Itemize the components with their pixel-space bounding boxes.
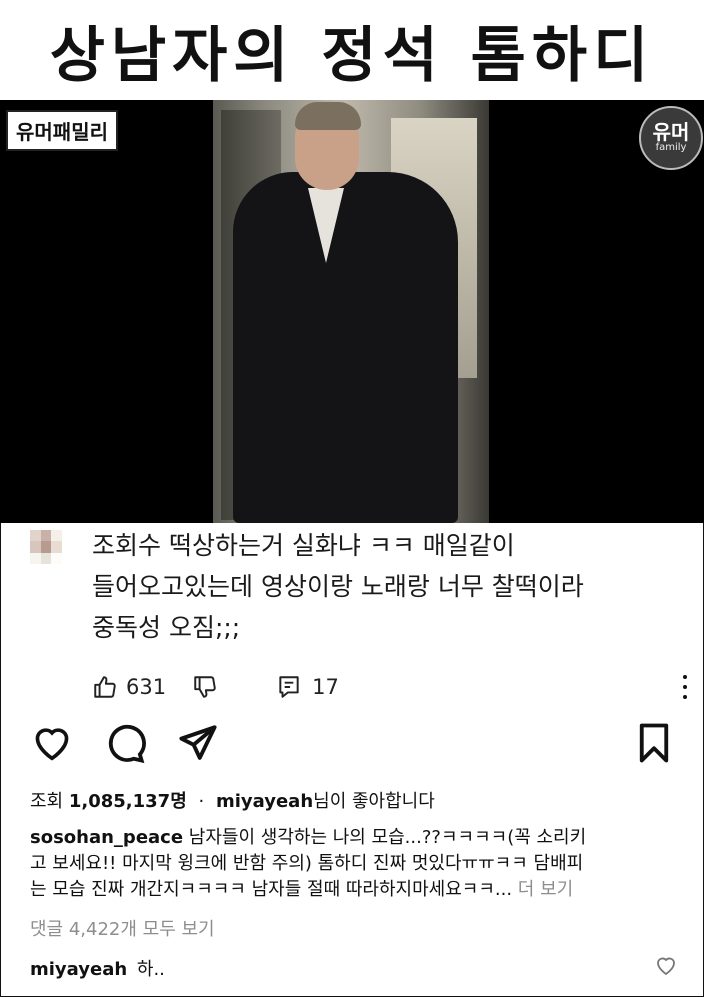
video-frame-image: [213, 100, 489, 523]
comment-icon[interactable]: [103, 722, 147, 764]
thumbs-down-icon: [194, 676, 216, 698]
bookmark-icon[interactable]: [634, 722, 674, 764]
video-player[interactable]: [0, 100, 704, 523]
channel-logo: 유머 family: [639, 106, 703, 170]
more-options-icon[interactable]: [678, 672, 692, 702]
post-caption: sosohan_peace 남자들이 생각하는 나의 모습...??ㅋㅋㅋㅋ(꼭…: [30, 825, 680, 903]
caption-line: 남자들이 생각하는 나의 모습...??ㅋㅋㅋㅋ(꼭 소리키: [188, 827, 587, 848]
reply-button[interactable]: 17: [276, 674, 339, 700]
thumbs-up-icon: [94, 676, 116, 698]
comment-line: 조회수 떡상하는거 실화냐 ㅋㅋ 매일같이: [92, 531, 515, 560]
dislike-button[interactable]: [192, 674, 218, 700]
channel-logo-main: 유머: [652, 120, 690, 144]
comment-body: 조회수 떡상하는거 실화냐 ㅋㅋ 매일같이 들어오고있는데 영상이랑 노래랑 너…: [92, 525, 672, 648]
share-icon[interactable]: [176, 722, 220, 764]
views-count: 1,085,137명: [68, 791, 187, 812]
view-all-comments-link[interactable]: 댓글 4,422개 모두 보기: [30, 915, 215, 941]
comment-like-heart-icon[interactable]: [654, 954, 678, 976]
like-count: 631: [126, 675, 167, 699]
caption-username[interactable]: sosohan_peace: [30, 827, 183, 848]
caption-line: 는 모습 진짜 개간지ㅋㅋㅋㅋ 남자들 절때 따라하지마세요ㅋㅋ...: [30, 879, 513, 900]
channel-badge-label: 유머패밀리: [16, 120, 108, 144]
top-comment: miyayeah 하..: [30, 955, 165, 981]
top-comment-username[interactable]: miyayeah: [30, 959, 127, 980]
post-actions-bar: [0, 720, 704, 770]
commenter-avatar[interactable]: [30, 530, 62, 564]
headline-banner: 상남자의 정석 톰하디: [0, 0, 704, 101]
comment-reactions: 631 17: [92, 670, 339, 704]
post-stats: 조회 1,085,137명 · miyayeah님이 좋아합니다: [30, 787, 435, 813]
caption-line: 고 보세요!! 마지막 윙크에 반함 주의) 톰하디 진짜 멋있다ㅠㅠㅋㅋ 담배…: [30, 853, 584, 874]
like-button[interactable]: 631: [92, 674, 166, 700]
comment-line: 중독성 오짐;;;: [92, 613, 241, 642]
headline-text: 상남자의 정석 톰하디: [49, 20, 655, 91]
caption-more-link[interactable]: 더 보기: [518, 879, 573, 900]
views-label: 조회: [30, 791, 64, 812]
channel-badge: 유머패밀리: [6, 110, 118, 151]
channel-logo-sub: family: [655, 142, 687, 153]
liked-by-username[interactable]: miyayeah: [216, 791, 313, 812]
heart-icon[interactable]: [30, 722, 74, 762]
top-comment-text: 하..: [136, 959, 165, 980]
stats-separator: ·: [198, 791, 205, 812]
reply-count: 17: [312, 675, 339, 699]
comment-reply-icon: [279, 676, 299, 698]
comment-line: 들어오고있는데 영상이랑 노래랑 너무 찰떡이라: [92, 572, 584, 601]
liked-by-suffix: 님이 좋아합니다: [313, 791, 435, 812]
